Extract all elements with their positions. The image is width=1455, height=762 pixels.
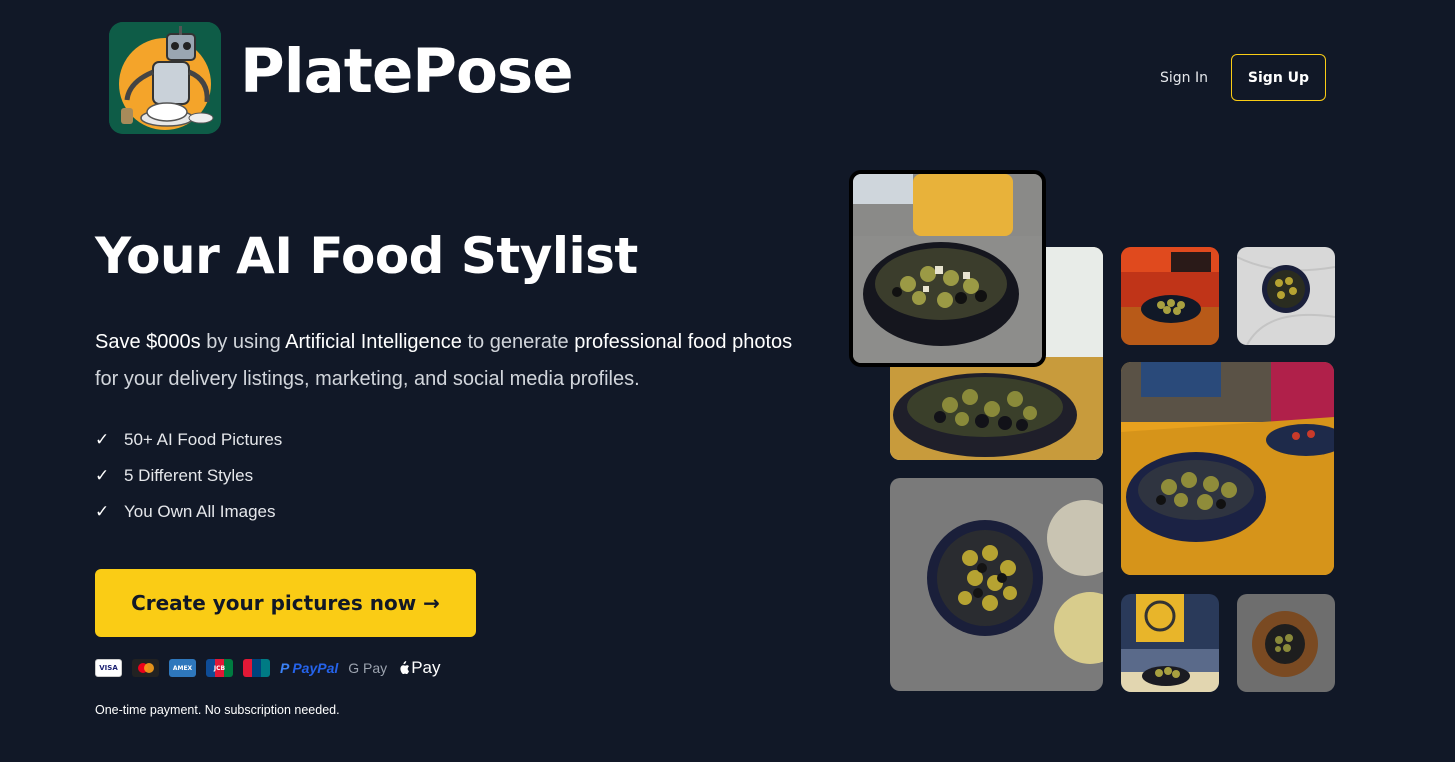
olive-bowl-image xyxy=(853,174,1042,363)
desc-text: by using xyxy=(200,331,286,353)
feature-label: You Own All Images xyxy=(124,502,276,521)
diners-icon xyxy=(243,659,270,677)
gallery-image xyxy=(1237,247,1335,345)
olive-bowl-image xyxy=(1121,594,1219,692)
feature-label: 5 Different Styles xyxy=(124,466,254,485)
gallery-image xyxy=(1121,247,1219,345)
featured-image xyxy=(849,170,1046,367)
feature-item: ✓ You Own All Images xyxy=(95,494,282,530)
sign-up-button[interactable]: Sign Up xyxy=(1231,54,1326,101)
feature-item: ✓ 50+ AI Food Pictures xyxy=(95,422,282,458)
desc-highlight-savings: Save $000s xyxy=(95,331,201,353)
payment-note: One-time payment. No subscription needed… xyxy=(95,703,340,717)
gallery-image xyxy=(890,478,1103,691)
desc-highlight-ai: Artificial Intelligence xyxy=(285,331,462,353)
check-icon: ✓ xyxy=(95,466,110,485)
check-icon: ✓ xyxy=(95,430,110,449)
payment-methods: VISA AMEX JCB P PayPal G Pay Pay xyxy=(95,656,440,680)
check-icon: ✓ xyxy=(95,502,110,521)
apple-pay-icon: Pay xyxy=(397,658,440,678)
desc-text: for your delivery listings, marketing, a… xyxy=(95,368,640,390)
feature-list: ✓ 50+ AI Food Pictures ✓ 5 Different Style… xyxy=(95,422,282,530)
olive-bowl-image xyxy=(1121,362,1334,575)
robot-chef-logo-icon xyxy=(109,22,221,134)
olive-bowl-image xyxy=(890,478,1103,691)
apple-pay-label: Pay xyxy=(411,658,441,677)
hero-description: Save $000s by using Artificial Intellige… xyxy=(95,324,815,398)
olive-bowl-image xyxy=(1237,247,1335,345)
create-pictures-button[interactable]: Create your pictures now → xyxy=(95,569,476,637)
desc-text: to generate xyxy=(461,331,575,353)
jcb-icon: JCB xyxy=(206,659,233,677)
apple-icon xyxy=(400,661,410,674)
olive-bowl-image xyxy=(1121,247,1219,345)
feature-item: ✓ 5 Different Styles xyxy=(95,458,282,494)
paypal-icon: P PayPal xyxy=(280,660,339,676)
sign-in-link[interactable]: Sign In xyxy=(1160,70,1208,86)
gallery-image xyxy=(1121,594,1219,692)
brand-name[interactable]: PlatePose xyxy=(240,36,574,107)
page-title: Your AI Food Stylist xyxy=(95,227,638,285)
desc-highlight-photos: professional food photos xyxy=(574,331,793,353)
olive-bowl-image xyxy=(1237,594,1335,692)
google-pay-icon: G Pay xyxy=(348,660,388,676)
feature-label: 50+ AI Food Pictures xyxy=(124,430,283,449)
platepose-logo[interactable] xyxy=(109,22,221,134)
paypal-label: PayPal xyxy=(292,660,339,676)
visa-icon: VISA xyxy=(95,659,122,677)
amex-icon: AMEX xyxy=(169,659,196,677)
gallery-image xyxy=(1237,594,1335,692)
mastercard-icon xyxy=(132,659,159,677)
gallery-image xyxy=(1121,362,1334,575)
